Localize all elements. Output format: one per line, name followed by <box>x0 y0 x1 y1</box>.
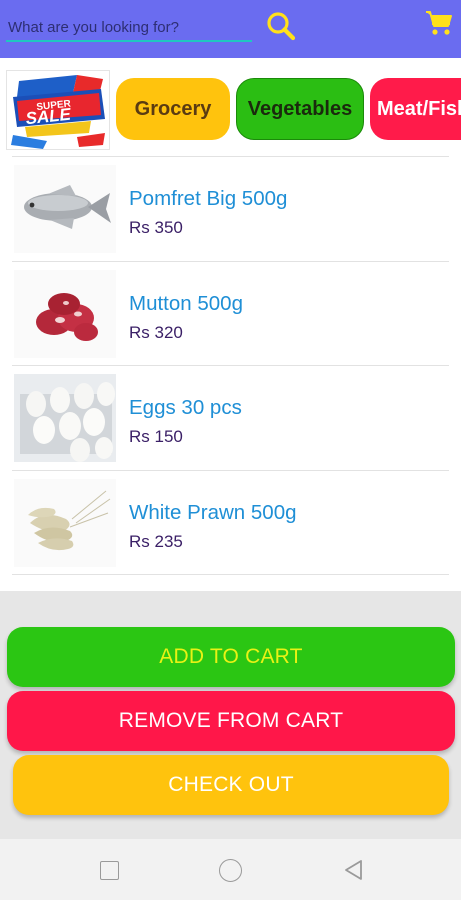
recent-apps-icon[interactable] <box>100 861 119 880</box>
add-to-cart-button[interactable]: ADD TO CART <box>7 627 455 687</box>
product-name: White Prawn 500g <box>129 500 297 524</box>
mutton-image <box>14 269 116 358</box>
back-icon[interactable] <box>342 858 366 882</box>
product-row[interactable]: Eggs 30 pcs Rs 150 <box>12 365 449 470</box>
product-name: Mutton 500g <box>129 291 243 315</box>
product-row[interactable] <box>12 574 449 588</box>
category-strip[interactable]: SUPER SALE Grocery Vegetables Meat/Fish <box>0 64 461 154</box>
app-header <box>0 0 461 58</box>
product-name: Eggs 30 pcs <box>129 396 242 420</box>
prawns-image <box>14 478 116 567</box>
home-icon[interactable] <box>219 859 242 882</box>
product-name: Pomfret Big 500g <box>129 187 288 210</box>
category-label: Vegetables <box>247 97 353 120</box>
product-price: Rs 320 <box>129 322 183 342</box>
category-grocery-button[interactable]: Grocery <box>116 78 230 140</box>
product-price: Rs 235 <box>129 531 183 551</box>
category-label: Grocery <box>134 97 212 120</box>
category-vegetables-button[interactable]: Vegetables <box>236 78 364 140</box>
check-out-button[interactable]: CHECK OUT <box>13 755 449 815</box>
product-row[interactable]: White Prawn 500g Rs 235 <box>12 469 449 575</box>
category-meat-fish-button[interactable]: Meat/Fish <box>370 78 461 140</box>
super-sale-banner[interactable]: SUPER SALE <box>6 70 110 150</box>
pomfret-fish-image <box>14 165 116 253</box>
product-row[interactable]: Mutton 500g Rs 320 <box>12 260 449 366</box>
category-label: Meat/Fish <box>377 97 461 120</box>
product-price: Rs 350 <box>129 218 183 237</box>
eggs-tray-image <box>14 374 116 463</box>
system-nav-bar <box>0 839 461 900</box>
remove-from-cart-button[interactable]: REMOVE FROM CART <box>7 691 455 751</box>
action-panel: ADD TO CART REMOVE FROM CART CHECK OUT <box>0 591 461 839</box>
product-row[interactable]: Pomfret Big 500g Rs 350 <box>12 156 449 261</box>
product-price: Rs 150 <box>129 427 183 447</box>
search-icon[interactable] <box>262 8 302 44</box>
product-list[interactable]: Pomfret Big 500g Rs 350 Mutton 500g Rs 3… <box>12 156 449 588</box>
search-input[interactable] <box>6 14 252 42</box>
shopping-cart-icon[interactable] <box>422 8 456 38</box>
